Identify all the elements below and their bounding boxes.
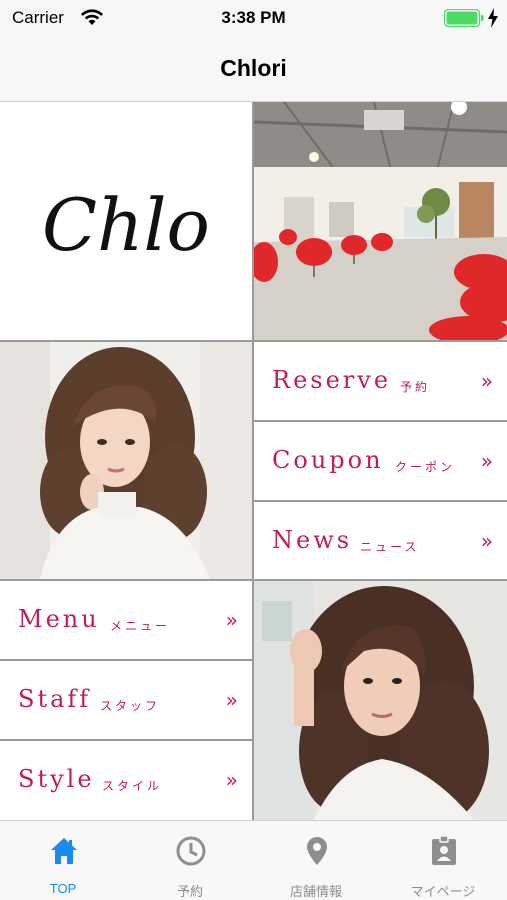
chevron-right-icon: » — [225, 608, 238, 632]
page-title: Chlori — [220, 55, 287, 81]
svg-text:Chlori: Chlori — [42, 183, 210, 266]
tab-mypage[interactable]: マイページ — [380, 821, 506, 900]
style-label-en: Style — [18, 765, 95, 793]
logo-tile: Chlori — [0, 102, 252, 340]
tab-top-label: TOP — [49, 881, 77, 896]
menu-label-en: Menu — [18, 605, 100, 633]
menu-label-jp: メニュー — [110, 619, 171, 633]
reserve-label-jp: 予約 — [400, 380, 431, 394]
navigation-bar: Chlori — [0, 36, 507, 102]
style-button[interactable]: Style スタイル » — [0, 741, 252, 820]
tab-mypage-label: マイページ — [410, 884, 476, 899]
reserve-label-en: Reserve — [272, 366, 392, 394]
staff-label-en: Staff — [18, 685, 92, 713]
tab-reserve-label: 予約 — [176, 884, 203, 899]
status-bar: Carrier 3:38 PM — [0, 0, 507, 36]
reserve-button[interactable]: Reserve 予約 » — [254, 342, 507, 420]
menu-button[interactable]: Menu メニュー » — [0, 581, 252, 659]
tab-bar: TOP 予約 店舗情報 マイページ — [0, 820, 507, 900]
chevron-right-icon: » — [480, 529, 493, 553]
model-image-1 — [0, 342, 252, 579]
chevron-right-icon: » — [225, 768, 238, 792]
tab-top[interactable]: TOP — [0, 821, 126, 900]
chevron-right-icon: » — [480, 369, 493, 393]
salon-interior-image — [254, 102, 507, 340]
status-time: 3:38 PM — [221, 8, 286, 27]
news-label-jp: ニュース — [360, 540, 420, 554]
chevron-right-icon: » — [225, 688, 238, 712]
chevron-right-icon: » — [480, 449, 493, 473]
model-photo-left — [0, 342, 252, 579]
model-image-2 — [254, 581, 507, 820]
charging-icon — [488, 8, 498, 28]
style-label-jp: スタイル — [102, 779, 163, 793]
home-grid: Chlori — [0, 102, 507, 820]
staff-button[interactable]: Staff スタッフ » — [0, 661, 252, 739]
salon-interior-photo — [254, 102, 507, 340]
chlori-logo: Chlori — [42, 183, 210, 266]
home-icon — [51, 838, 77, 864]
coupon-label-en: Coupon — [272, 446, 384, 474]
news-label-en: News — [272, 526, 353, 554]
battery-icon — [444, 9, 484, 27]
coupon-button[interactable]: Coupon クーポン » — [254, 422, 507, 500]
coupon-label-jp: クーポン — [395, 460, 456, 474]
id-card-icon — [432, 835, 456, 865]
map-pin-icon — [307, 837, 327, 865]
model-photo-right — [254, 581, 507, 820]
tab-reserve[interactable]: 予約 — [127, 821, 253, 900]
tab-store-info-label: 店舗情報 — [289, 884, 342, 899]
tab-store-info[interactable]: 店舗情報 — [253, 821, 379, 900]
news-button[interactable]: News ニュース » — [254, 502, 507, 579]
staff-label-jp: スタッフ — [100, 699, 161, 713]
clock-icon — [176, 836, 206, 866]
